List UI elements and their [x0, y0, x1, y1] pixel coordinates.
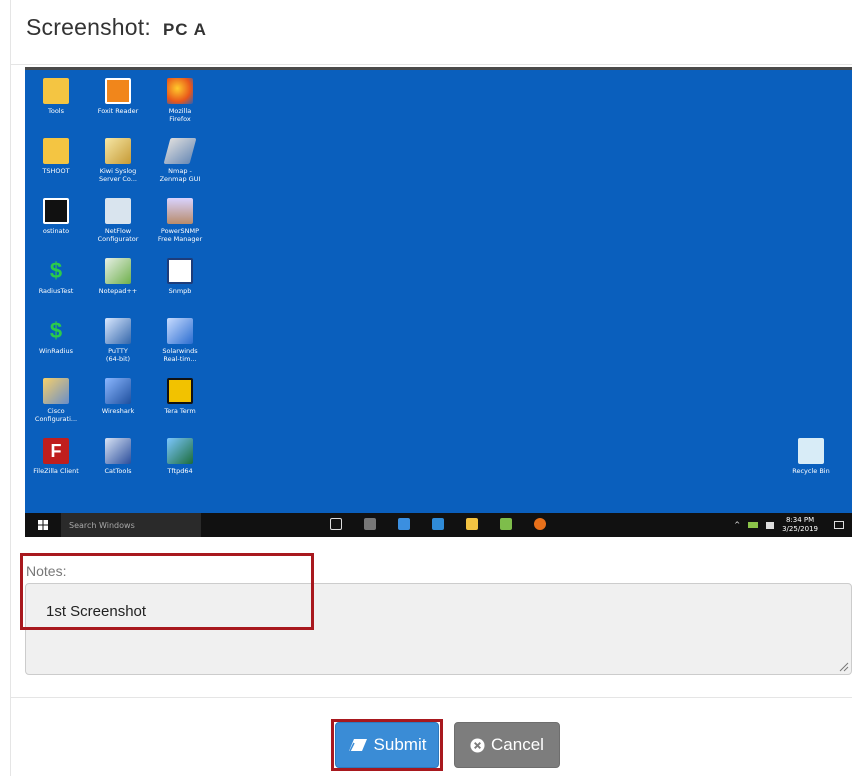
tftpd-icon	[167, 438, 193, 464]
modal-border	[10, 0, 11, 776]
radius-icon: $	[49, 258, 63, 283]
folder-icon	[43, 138, 69, 164]
chevron-up-icon: ^	[734, 521, 741, 529]
putty-icon	[105, 318, 131, 344]
nmap-icon	[163, 138, 197, 164]
taskbar-app-icons	[330, 518, 546, 530]
submit-button[interactable]: Submit	[335, 722, 439, 768]
desktop-icon-netflow: NetFlow Configurator	[87, 198, 149, 243]
ostinato-icon	[43, 198, 69, 224]
footer-divider	[10, 697, 852, 698]
cancel-label: Cancel	[491, 735, 544, 754]
screenshot-image: Tools TSHOOT ostinato $ RadiusTest $ Win…	[25, 67, 852, 537]
desktop-icon-cisco: Cisco Configurati...	[25, 378, 87, 423]
foxit-icon	[105, 78, 131, 104]
clock: 8:34 PM 3/25/2019	[782, 516, 818, 533]
windows-start-icon	[25, 513, 61, 537]
desktop-icon-wireshark: Wireshark	[87, 378, 149, 415]
recycle-bin-icon	[798, 438, 824, 464]
firefox-taskbar-icon	[534, 518, 546, 530]
folder-icon	[43, 78, 69, 104]
device-name: PC A	[162, 20, 207, 39]
powershell-icon	[398, 518, 410, 530]
desktop-icon-teraterm: Tera Term	[149, 378, 211, 415]
taskbar-search: Search Windows	[61, 513, 201, 537]
desktop-icon-radiustest: $ RadiusTest	[38, 258, 74, 295]
volume-icon	[766, 521, 775, 529]
netflow-icon	[105, 198, 131, 224]
desktop-icon-kiwi: Kiwi Syslog Server Co...	[87, 138, 149, 183]
desktop-icon-nmap: Nmap - Zenmap GUI	[149, 138, 211, 183]
desktop-icon-tftpd: Tftpd64	[149, 438, 211, 475]
desktop-icon-snmpb: Snmpb	[149, 258, 211, 295]
desktop-icon-ostinato: ostinato	[25, 198, 87, 235]
desktop-icon-solarwinds: Solarwinds Real-tim...	[149, 318, 211, 363]
firefox-icon	[167, 78, 193, 104]
battery-icon	[748, 522, 759, 528]
cancel-button[interactable]: Cancel	[454, 722, 560, 768]
desktop-icon-putty: PuTTY (64-bit)	[87, 318, 149, 363]
notes-highlight-box	[20, 553, 314, 630]
cisco-config-icon	[43, 378, 69, 404]
terminal-icon	[364, 518, 376, 530]
wireshark-icon	[105, 378, 131, 404]
close-circle-icon	[470, 737, 485, 753]
notifications-icon	[834, 521, 844, 529]
resize-handle-icon[interactable]	[839, 662, 849, 672]
winradius-icon: $	[49, 318, 63, 343]
desktop-icon-powersnmp: PowerSNMP Free Manager	[149, 198, 211, 243]
network-icon	[432, 518, 444, 530]
modal-title: Screenshot:	[26, 14, 151, 40]
kiwi-icon	[105, 138, 131, 164]
file-explorer-icon	[466, 518, 478, 530]
cattools-icon	[105, 438, 131, 464]
desktop-icon-cattools: CatTools	[87, 438, 149, 475]
notepad-taskbar-icon	[500, 518, 512, 530]
powersnmp-icon	[167, 198, 193, 224]
teraterm-icon	[167, 378, 193, 404]
desktop-icon-foxit: Foxit Reader	[87, 78, 149, 115]
desktop-icon-filezilla: F FileZilla Client	[25, 438, 87, 475]
system-tray: ^ 8:34 PM 3/25/2019	[734, 516, 844, 534]
snmpb-icon	[167, 258, 193, 284]
eraser-icon	[348, 739, 367, 752]
task-view-icon	[330, 518, 342, 530]
desktop-icon-firefox: Mozilla Firefox	[149, 78, 211, 123]
filezilla-icon: F	[43, 438, 69, 464]
desktop-icon-tools: Tools	[25, 78, 87, 115]
desktop-icon-tshoot: TSHOOT	[25, 138, 87, 175]
taskbar: Search Windows ^ 8:34 PM 3/25/2019	[25, 513, 852, 537]
solarwinds-icon	[167, 318, 193, 344]
modal-header: Screenshot: PC A	[26, 14, 207, 44]
desktop-icon-winradius: $ WinRadius	[38, 318, 73, 355]
submit-label: Submit	[373, 735, 427, 754]
desktop-icon-notepad: Notepad++	[87, 258, 149, 295]
notepad-icon	[105, 258, 131, 284]
desktop-icon-recycle-bin: Recycle Bin	[780, 438, 842, 475]
header-divider	[10, 64, 852, 65]
